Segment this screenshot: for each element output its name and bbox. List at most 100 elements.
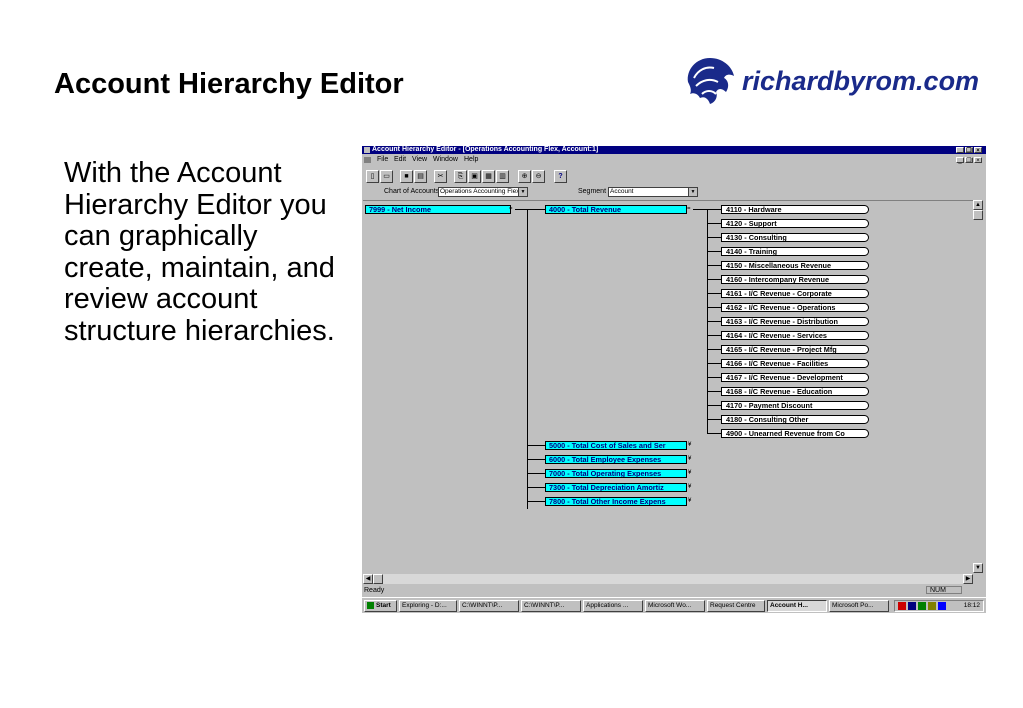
connector (527, 473, 545, 474)
scroll-up-icon[interactable]: ▲ (973, 200, 983, 210)
account-node[interactable]: 4167 - I/C Revenue - Development (721, 373, 869, 382)
restore-icon[interactable]: ❐ (965, 147, 973, 154)
save-icon[interactable]: ■ (400, 170, 413, 183)
system-tray: 18:12 (894, 600, 984, 612)
doc-close-icon[interactable]: × (974, 157, 982, 164)
menu-file[interactable]: File (377, 155, 388, 165)
connector (707, 419, 721, 420)
menu-view[interactable]: View (412, 155, 427, 165)
minimize-icon[interactable]: _ (956, 147, 964, 154)
task-button[interactable]: Applications ... (583, 600, 643, 612)
menu-help[interactable]: Help (464, 155, 478, 165)
copy-icon[interactable]: ⎘ (454, 170, 467, 183)
scroll-right-icon[interactable]: ▶ (963, 574, 973, 584)
clock: 18:12 (963, 602, 980, 609)
connector (707, 265, 721, 266)
doc-restore-icon[interactable]: ❐ (965, 157, 973, 164)
new-icon[interactable]: ▯ (366, 170, 379, 183)
connector (707, 321, 721, 322)
close-icon[interactable]: × (974, 147, 982, 154)
paste-icon[interactable]: ▣ (468, 170, 481, 183)
level1-node[interactable]: 5000 - Total Cost of Sales and Ser (545, 441, 687, 450)
level1-node[interactable]: 4000 - Total Revenue (545, 205, 687, 214)
expand-marker[interactable]: ¥ (688, 470, 691, 476)
expand-marker[interactable]: ¥ (688, 498, 691, 504)
chart-of-accounts-value: Operations Accounting Flex (440, 188, 520, 195)
cut-icon[interactable]: ✂ (434, 170, 447, 183)
account-node[interactable]: 4110 - Hardware (721, 205, 869, 214)
task-button[interactable]: Microsoft Wo... (645, 600, 705, 612)
print-icon[interactable]: ▤ (414, 170, 427, 183)
hscroll-thumb[interactable] (373, 574, 383, 584)
task-button[interactable]: C:\WINNT\P... (459, 600, 519, 612)
connector (527, 209, 545, 210)
task-button[interactable]: C:\WINNT\P... (521, 600, 581, 612)
connector (707, 237, 721, 238)
logo: richardbyrom.com (680, 52, 1010, 108)
level1-node[interactable]: 6000 - Total Employee Expenses (545, 455, 687, 464)
scroll-down-icon[interactable]: ▼ (973, 563, 983, 573)
account-node[interactable]: 4162 - I/C Revenue - Operations (721, 303, 869, 312)
account-node[interactable]: 4900 - Unearned Revenue from Co (721, 429, 869, 438)
help-icon[interactable]: ? (554, 170, 567, 183)
grid-icon[interactable]: ▥ (496, 170, 509, 183)
doc-minimize-icon[interactable]: _ (956, 157, 964, 164)
account-node[interactable]: 4160 - Intercompany Revenue (721, 275, 869, 284)
status-text: Ready (364, 587, 385, 594)
account-node[interactable]: 4150 - Miscellaneous Revenue (721, 261, 869, 270)
connector (707, 293, 721, 294)
logo-text: richardbyrom.com (742, 66, 980, 96)
account-node[interactable]: 4130 - Consulting (721, 233, 869, 242)
chart-of-accounts-select[interactable]: Operations Accounting Flex ▼ (438, 187, 528, 197)
start-button[interactable]: Start (364, 600, 397, 612)
expand-marker[interactable]: = (509, 206, 513, 212)
account-node[interactable]: 4165 - I/C Revenue - Project Mfg (721, 345, 869, 354)
vertical-scrollbar[interactable]: ▲ ▼ (973, 200, 984, 573)
expand-marker[interactable]: ¥ (688, 442, 691, 448)
window-title: Account Hierarchy Editor - [Operations A… (372, 146, 599, 153)
window-titlebar: Account Hierarchy Editor - [Operations A… (362, 146, 986, 154)
level1-node[interactable]: 7300 - Total Depreciation Amortiz (545, 483, 687, 492)
horizontal-scrollbar[interactable]: ◀ ▶ (363, 574, 973, 584)
account-node[interactable]: 4164 - I/C Revenue - Services (721, 331, 869, 340)
app-icon (364, 147, 370, 153)
chevron-down-icon[interactable]: ▼ (688, 188, 697, 196)
hierarchy-canvas[interactable]: 7999 - Net Income = 4000 - Total Revenue… (363, 200, 973, 574)
open-icon[interactable]: ▭ (380, 170, 393, 183)
chevron-down-icon[interactable]: ▼ (518, 188, 527, 196)
account-node[interactable]: 4161 - I/C Revenue - Corporate (721, 289, 869, 298)
num-lock-indicator: NUM (926, 586, 962, 594)
account-node[interactable]: 4120 - Support (721, 219, 869, 228)
segment-select[interactable]: Account ▼ (608, 187, 698, 197)
windows-logo-icon (367, 601, 374, 609)
account-node[interactable]: 4170 - Payment Discount (721, 401, 869, 410)
connector (527, 487, 545, 488)
connector (693, 209, 707, 210)
account-node[interactable]: 4166 - I/C Revenue - Facilities (721, 359, 869, 368)
zoom-in-icon[interactable]: ⊕ (518, 170, 531, 183)
menu-window[interactable]: Window (433, 155, 458, 165)
level1-node[interactable]: 7800 - Total Other Income Expens (545, 497, 687, 506)
zoom-out-icon[interactable]: ⊖ (532, 170, 545, 183)
account-node[interactable]: 4180 - Consulting Other (721, 415, 869, 424)
task-button-active[interactable]: Account H... (767, 600, 827, 612)
connector (707, 405, 721, 406)
expand-marker[interactable]: ¥ (688, 456, 691, 462)
menu-edit[interactable]: Edit (394, 155, 406, 165)
account-node[interactable]: 4168 - I/C Revenue - Education (721, 387, 869, 396)
scroll-thumb[interactable] (973, 210, 983, 220)
connector (527, 445, 545, 446)
scroll-left-icon[interactable]: ◀ (363, 574, 373, 584)
task-button[interactable]: Microsoft Po... (829, 600, 889, 612)
properties-icon[interactable]: ▦ (482, 170, 495, 183)
selector-row: Chart of Accounts Operations Accounting … (362, 187, 986, 197)
task-button[interactable]: Exploring - D:... (399, 600, 457, 612)
account-node[interactable]: 4140 - Training (721, 247, 869, 256)
expand-marker[interactable]: = (687, 206, 691, 212)
root-node[interactable]: 7999 - Net Income (365, 205, 511, 214)
task-button[interactable]: Request Centre (707, 600, 765, 612)
expand-marker[interactable]: ¥ (688, 484, 691, 490)
account-node[interactable]: 4163 - I/C Revenue - Distribution (721, 317, 869, 326)
connector (707, 279, 721, 280)
level1-node[interactable]: 7000 - Total Operating Expenses (545, 469, 687, 478)
